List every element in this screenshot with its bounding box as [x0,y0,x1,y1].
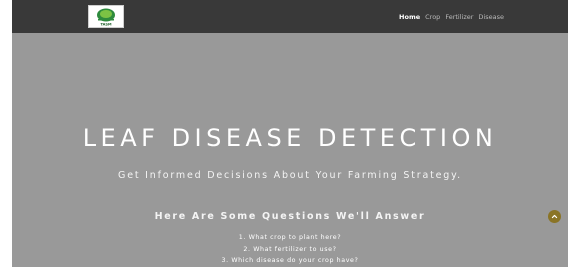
navbar: TASM Home Crop Fertilizer Disease [12,0,568,33]
nav-item-fertilizer[interactable]: Fertilizer [445,13,473,21]
page: TASM Home Crop Fertilizer Disease LEAF D… [12,0,568,267]
question-list: 1. What crop to plant here? 2. What fert… [12,232,568,267]
nav-item-home[interactable]: Home [399,13,420,21]
scroll-to-top-button[interactable] [548,210,561,223]
questions-heading: Here Are Some Questions We'll Answer [154,211,426,222]
chevron-up-icon [551,214,558,219]
hero-subtitle: Get Informed Decisions About Your Farmin… [118,170,462,181]
nav-item-crop[interactable]: Crop [425,13,440,21]
brand-logo[interactable]: TASM [88,5,124,28]
hero-title: LEAF DISEASE DETECTION [82,124,498,152]
question-item: 3. Which disease do your crop have? [221,257,359,264]
question-item: 2. What fertilizer to use? [243,245,337,253]
logo-emblem-icon: TASM [89,6,123,27]
logo-text: TASM [100,23,112,27]
question-item: 1. What crop to plant here? [238,234,342,241]
main-nav: Home Crop Fertilizer Disease [399,0,504,33]
nav-item-disease[interactable]: Disease [478,13,504,21]
hero-section: LEAF DISEASE DETECTION Get Informed Deci… [12,33,568,267]
